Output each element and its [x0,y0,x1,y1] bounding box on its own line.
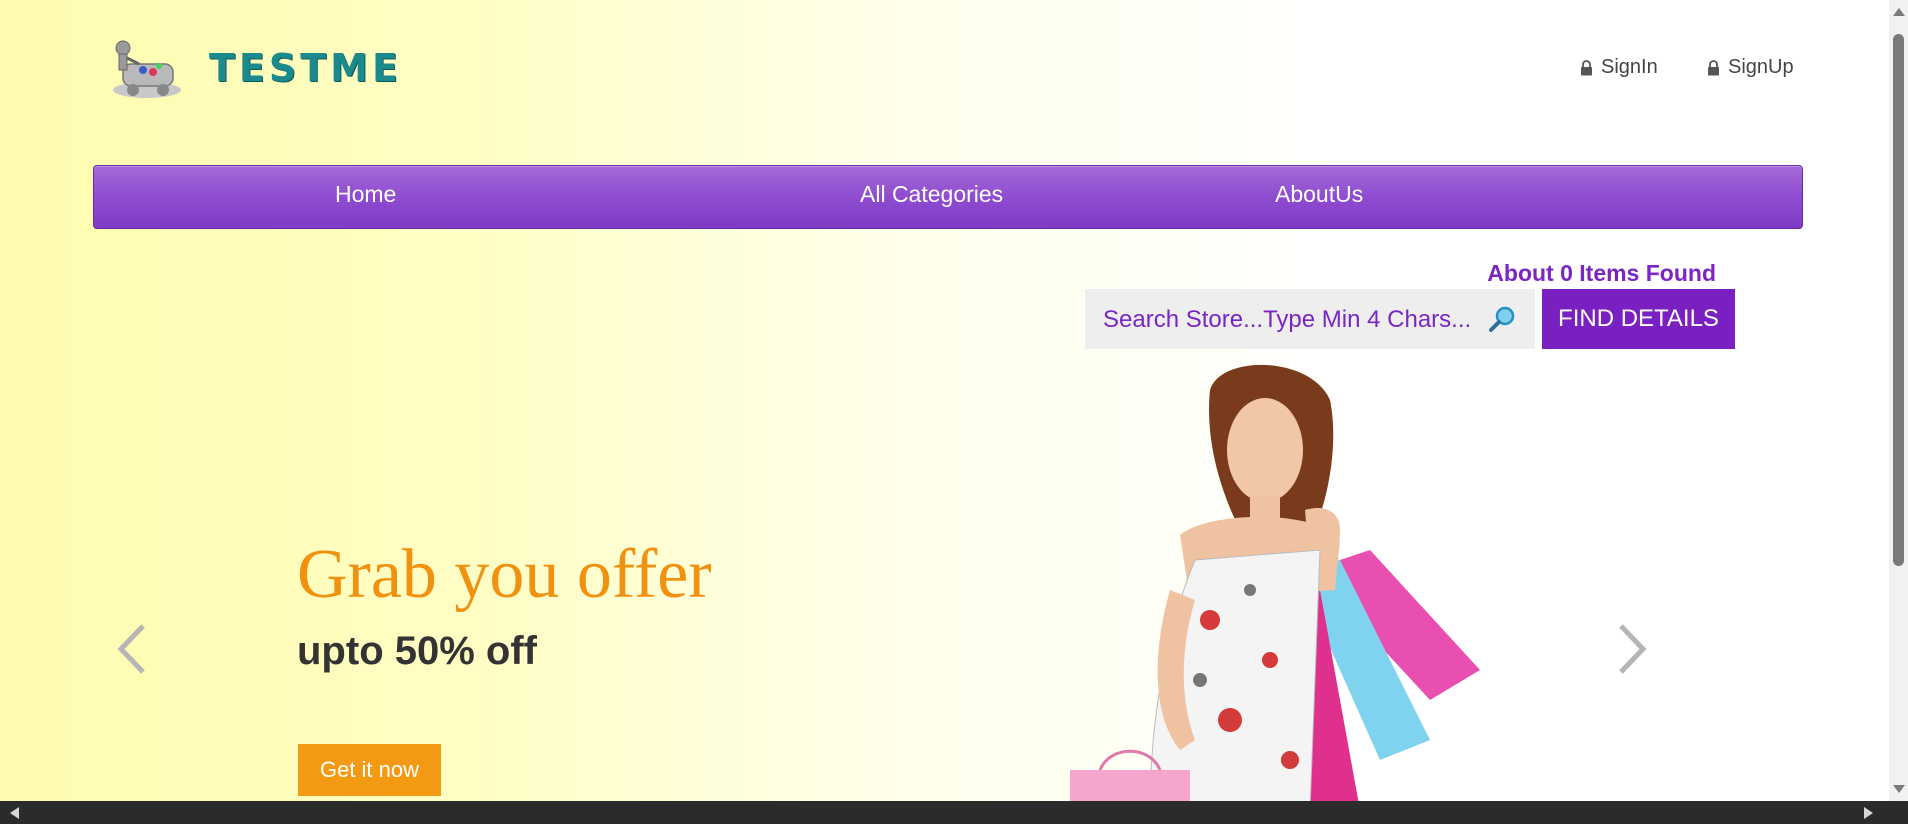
page-viewport: TESTME SignIn SignUp Home All Categories… [0,0,1889,801]
chevron-left-icon[interactable] [113,620,153,678]
scroll-down-icon[interactable] [1893,785,1905,793]
search-box [1085,289,1535,351]
magnifier-icon[interactable] [1487,304,1517,334]
vertical-scroll-thumb[interactable] [1893,34,1904,566]
lock-icon [1581,59,1592,75]
hero-headline: Grab you offer [297,536,712,613]
chevron-right-icon[interactable] [1611,620,1651,678]
nav-item-aboutus[interactable]: AboutUs [1275,181,1363,208]
hero-shopper-image [1070,364,1480,801]
signin-label: SignIn [1601,56,1658,78]
hero-subline: upto 50% off [297,629,537,673]
search-input[interactable] [1101,289,1485,351]
horizontal-scrollbar[interactable] [0,801,1908,824]
find-details-button[interactable]: FIND DETAILS [1542,289,1735,349]
scroll-up-icon[interactable] [1893,8,1905,16]
logo-text: TESTME [209,46,402,90]
nav-item-home[interactable]: Home [335,181,396,208]
nav-item-all-categories[interactable]: All Categories [860,181,1003,208]
site-logo[interactable]: TESTME [109,34,409,104]
lock-icon [1708,59,1719,75]
scroll-right-icon[interactable] [1864,807,1873,819]
logo-robot-cart-icon [113,40,181,98]
main-nav: Home All Categories AboutUs [93,165,1803,229]
get-it-now-button[interactable]: Get it now [298,744,441,796]
signup-link[interactable]: SignUp [1707,56,1794,79]
scroll-left-icon[interactable] [10,807,19,819]
search-results-count: About 0 Items Found [1487,260,1716,286]
signup-label: SignUp [1728,56,1794,78]
signin-link[interactable]: SignIn [1580,56,1658,79]
vertical-scrollbar[interactable] [1889,0,1908,801]
